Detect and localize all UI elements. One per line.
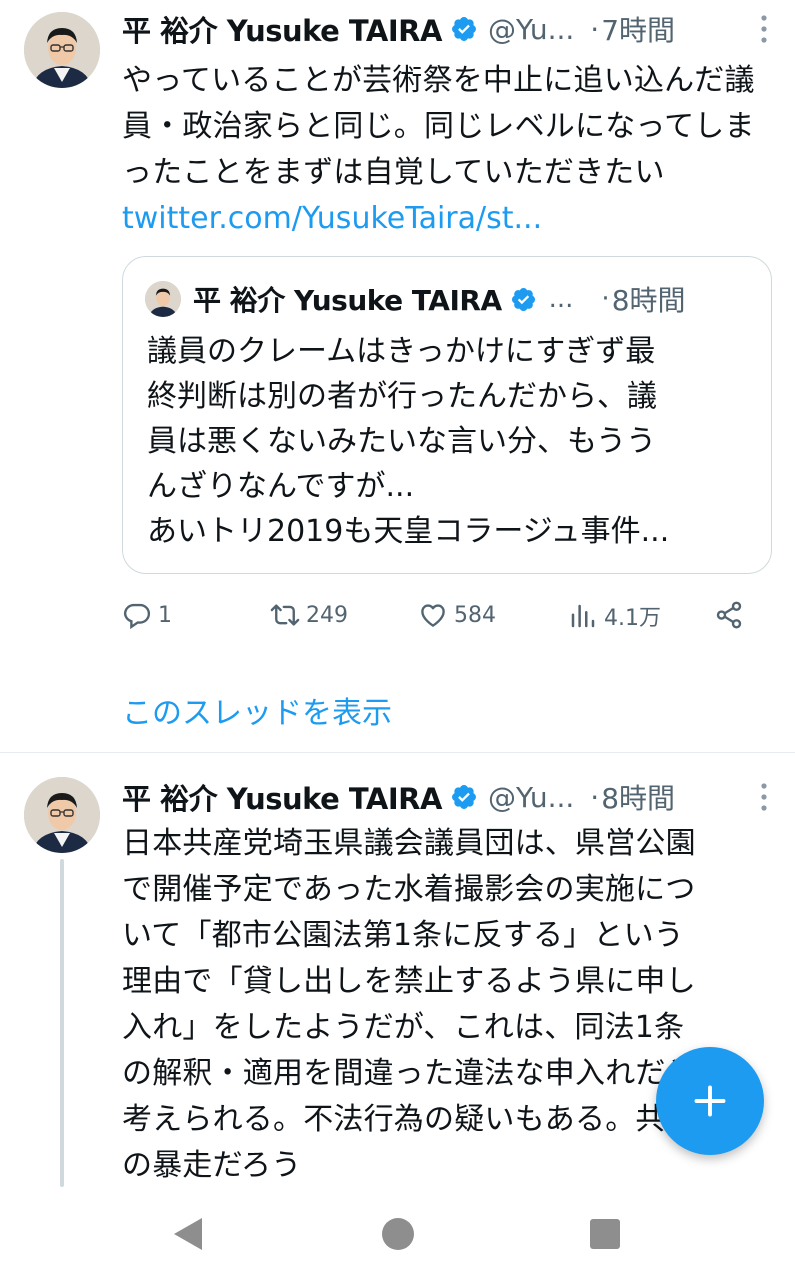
author-name[interactable]: 平 裕介 Yusuke TAIRA [122, 776, 442, 818]
tweet-header: 平 裕介 Yusuke TAIRA @Yu... · 7時間 [122, 0, 771, 58]
recent-apps-icon[interactable] [590, 1219, 620, 1249]
like-button[interactable]: 584 [418, 600, 496, 630]
reply-button[interactable]: 1 [122, 600, 172, 630]
quoted-tweet-header: 平 裕介 Yusuke TAIRA ... · 8時間 [145, 279, 751, 319]
show-thread-link[interactable]: このスレッドを表示 [122, 688, 392, 732]
tweet-text-line: で開催予定であった水着撮影会の実施につ [122, 872, 696, 907]
heart-icon [421, 604, 445, 627]
share-icon [716, 601, 742, 629]
tweet-actions: 1 249 584 4.1万 [122, 578, 771, 654]
quoted-text-line: んざりなんですが... [147, 469, 415, 504]
views-count: 4.1万 [604, 606, 661, 631]
tweet-header: 平 裕介 Yusuke TAIRA @Yu... · 8時間 [122, 777, 771, 817]
timestamp[interactable]: 8時間 [601, 777, 675, 817]
retweet-button[interactable]: 249 [270, 600, 348, 630]
quoted-avatar [145, 281, 181, 317]
verified-badge-icon [451, 17, 476, 41]
thread-connector [60, 859, 64, 1187]
tweet-text-line: いて「都市公園法第1条に反する」という [122, 918, 684, 953]
home-icon[interactable] [382, 1218, 414, 1250]
reply-count: 1 [158, 602, 172, 628]
views-chart-icon [571, 604, 595, 628]
avatar[interactable] [24, 777, 100, 853]
more-vertical-icon[interactable] [759, 13, 769, 45]
compose-tweet-button[interactable] [656, 1047, 764, 1155]
views-button[interactable]: 4.1万 [568, 600, 661, 632]
author-name[interactable]: 平 裕介 Yusuke TAIRA [122, 8, 442, 50]
tweet[interactable]: 平 裕介 Yusuke TAIRA @Yu... · 7時間 やっていることが芸… [0, 0, 795, 752]
quoted-tweet[interactable]: 平 裕介 Yusuke TAIRA ... · 8時間 議員のクレームはきっかけ… [122, 256, 772, 574]
quoted-handle: ... [548, 284, 574, 314]
tweet-link[interactable]: twitter.com/YusukeTaira/st... [122, 196, 771, 242]
separator-dot: · [590, 780, 600, 814]
tweet-text-line: 入れ」をしたようだが、これは、同法1条 [122, 1010, 685, 1045]
quoted-text-line: あいトリ2019も天皇コラージュ事件... [147, 514, 670, 549]
avatar[interactable] [24, 12, 100, 88]
like-count: 584 [454, 602, 496, 628]
quoted-timestamp: 8時間 [611, 284, 686, 317]
more-vertical-icon[interactable] [759, 781, 769, 813]
tweet-text-line: の暴走だろう [122, 1148, 302, 1183]
quoted-text-line: 員は悪くないみたいな言い分、もうう [147, 424, 657, 459]
quoted-text-line: 議員のクレームはきっかけにすぎず最 [147, 334, 656, 369]
author-handle[interactable]: @Yu... [488, 13, 574, 46]
tweet-text-line: 日本共産党埼玉県議会議員団は、県営公園 [122, 826, 696, 861]
tweet-text: やっていることが芸術祭を中止に追い込んだ議員・政治家らと同じ。同じレベルになって… [122, 63, 755, 190]
tweet-text-line: 理由で「貸し出しを禁止するよう県に申し [122, 964, 696, 999]
reply-icon [123, 603, 151, 630]
retweet-icon [270, 604, 300, 626]
quoted-text-line: 終判断は別の者が行ったんだから、議 [147, 379, 657, 414]
author-handle[interactable]: @Yu... [488, 781, 574, 814]
separator-dot: · [590, 12, 600, 46]
verified-badge-icon [511, 287, 535, 311]
retweet-count: 249 [306, 602, 348, 628]
separator-dot: · [601, 284, 610, 314]
verified-badge-icon [451, 785, 476, 809]
timestamp[interactable]: 7時間 [601, 9, 675, 49]
quoted-author-name: 平 裕介 Yusuke TAIRA [193, 284, 502, 317]
back-icon[interactable] [172, 1216, 204, 1252]
system-navigation-bar [0, 1192, 795, 1280]
quoted-tweet-text: 議員のクレームはきっかけにすぎず最 終判断は別の者が行ったんだから、議 員は悪く… [147, 329, 751, 554]
plus-icon [694, 1085, 726, 1117]
share-button[interactable] [714, 600, 744, 630]
